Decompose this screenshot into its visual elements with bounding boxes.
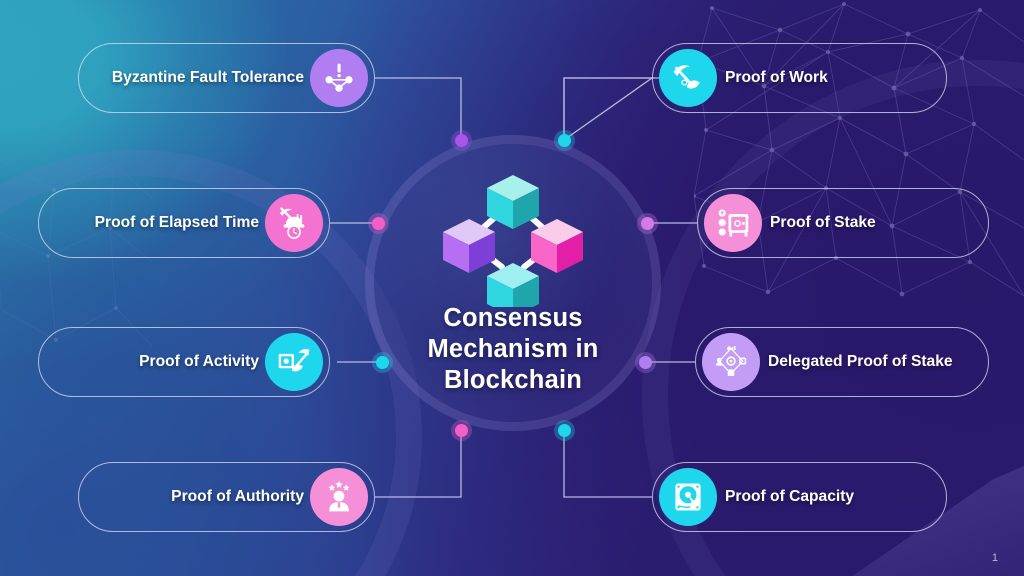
connector-dot-proof-of-activity [372, 352, 393, 373]
person-stars-icon [310, 468, 368, 526]
node-label: Proof of Elapsed Time [94, 214, 259, 231]
node-label: Proof of Stake [770, 214, 876, 231]
center-title-line-3: Blockchain [443, 366, 583, 394]
delegation-network-icon [702, 333, 760, 391]
slide-canvas: Consensus Mechanism in Blockchain Byzant… [0, 0, 1024, 576]
connector-dot-proof-of-stake [637, 213, 658, 234]
node-proof-of-authority[interactable]: Proof of Authority [78, 462, 375, 532]
coins-safe-icon [704, 194, 762, 252]
center-title-line-1: Consensus [443, 304, 583, 332]
node-proof-of-activity[interactable]: Proof of Activity [38, 327, 330, 397]
center-title: Consensus Mechanism in Blockchain [365, 303, 661, 396]
center-title-line-2: Mechanism in [427, 335, 599, 363]
connector-dot-byzantine-fault-tolerance [451, 130, 472, 151]
node-label: Delegated Proof of Stake [768, 353, 953, 370]
page-number: 1 [991, 552, 998, 564]
node-label: Proof of Activity [139, 353, 259, 370]
hard-drive-icon [659, 468, 717, 526]
connector-dot-proof-of-work [554, 130, 575, 151]
blockchain-cubes-icon [443, 175, 583, 307]
network-alert-icon [310, 49, 368, 107]
pickaxe-clock-icon [265, 194, 323, 252]
node-delegated-proof-of-stake[interactable]: Delegated Proof of Stake [695, 327, 989, 397]
connector-dot-proof-of-authority [451, 420, 472, 441]
center-hub: Consensus Mechanism in Blockchain [365, 135, 661, 431]
connector-dot-proof-of-capacity [554, 420, 575, 441]
node-proof-of-work[interactable]: Proof of Work [652, 43, 947, 113]
node-proof-of-elapsed-time[interactable]: Proof of Elapsed Time [38, 188, 330, 258]
node-label: Proof of Capacity [725, 488, 855, 505]
node-label: Byzantine Fault Tolerance [111, 69, 304, 86]
connector-dot-proof-of-elapsed-time [368, 213, 389, 234]
pickaxe-coin-icon [659, 49, 717, 107]
node-proof-of-stake[interactable]: Proof of Stake [697, 188, 989, 258]
node-label: Proof of Work [725, 69, 828, 86]
node-proof-of-capacity[interactable]: Proof of Capacity [652, 462, 947, 532]
node-byzantine-fault-tolerance[interactable]: Byzantine Fault Tolerance [78, 43, 375, 113]
node-label: Proof of Authority [171, 488, 304, 505]
safe-pickaxe-icon [265, 333, 323, 391]
connector-dot-delegated-proof-of-stake [635, 352, 656, 373]
